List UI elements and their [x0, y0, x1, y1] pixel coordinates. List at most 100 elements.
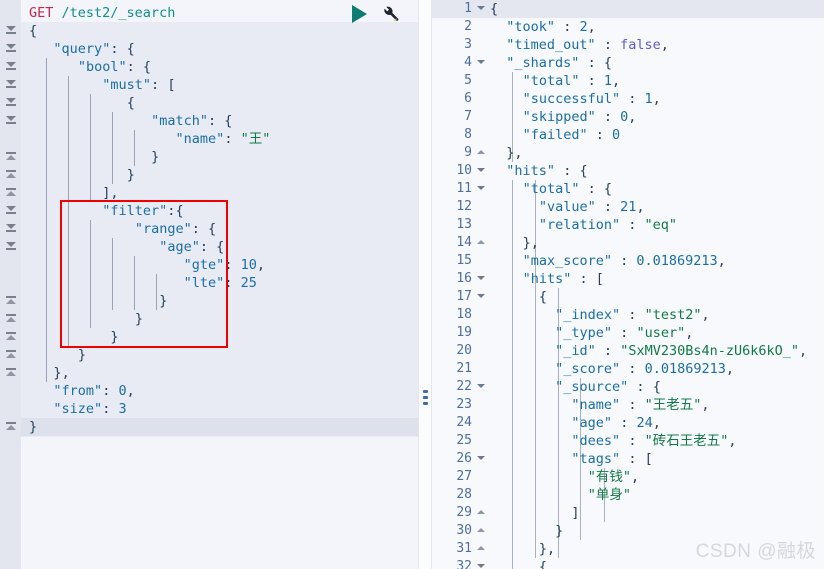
fold-expand-icon[interactable] [6, 422, 16, 432]
fold-collapse-icon[interactable] [477, 384, 485, 391]
fold-expand-icon[interactable] [477, 240, 485, 247]
fold-collapse-icon[interactable] [6, 26, 16, 36]
fold-collapse-icon[interactable] [6, 44, 16, 54]
wrench-icon[interactable] [381, 4, 400, 23]
fold-expand-icon[interactable] [477, 528, 485, 535]
response-line[interactable]: 22 "_source" : { [432, 378, 824, 396]
response-line[interactable]: 13 "relation" : "eq" [432, 216, 824, 234]
request-lines[interactable]: GET /test2/_search{ "query": { "bool": {… [21, 0, 418, 436]
response-line[interactable]: 23 "name" : "王老五", [432, 396, 824, 414]
request-line[interactable]: "age": { [21, 238, 418, 256]
response-line[interactable]: 4 "_shards" : { [432, 54, 824, 72]
request-line[interactable]: "must": [ [21, 76, 418, 94]
response-line[interactable]: 5 "total" : 1, [432, 72, 824, 90]
fold-expand-icon[interactable] [477, 510, 485, 517]
response-line[interactable]: 30 } [432, 522, 824, 540]
response-line-number: 8 [464, 127, 472, 142]
response-line[interactable]: 21 "_score" : 0.01869213, [432, 360, 824, 378]
response-line[interactable]: 28 "单身" [432, 486, 824, 504]
request-line[interactable]: "name": "王" [21, 130, 418, 148]
fold-collapse-icon[interactable] [477, 456, 485, 463]
request-line[interactable]: "lte": 25 [21, 274, 418, 292]
request-line[interactable]: "filter":{ [21, 202, 418, 220]
request-line[interactable]: } [21, 166, 418, 184]
response-line[interactable]: 9 }, [432, 144, 824, 162]
fold-expand-icon[interactable] [477, 546, 485, 553]
fold-expand-icon[interactable] [6, 296, 16, 306]
request-toolbar[interactable] [352, 4, 400, 23]
response-line-text: "timed_out" : false, [506, 37, 669, 53]
response-line-text: }, [506, 145, 523, 161]
request-line[interactable]: "match": { [21, 112, 418, 130]
fold-collapse-icon[interactable] [477, 564, 485, 569]
request-line[interactable]: } [21, 328, 418, 346]
request-line[interactable]: } [21, 418, 418, 436]
response-line[interactable]: 2 "took" : 2, [432, 18, 824, 36]
response-line[interactable]: 17 { [432, 288, 824, 306]
response-line[interactable]: 16 "hits" : [ [432, 270, 824, 288]
request-line[interactable]: { [21, 22, 418, 40]
request-editor-panel[interactable]: GET /test2/_search{ "query": { "bool": {… [0, 0, 418, 569]
fold-collapse-icon[interactable] [477, 294, 485, 301]
fold-collapse-icon[interactable] [6, 206, 16, 216]
request-line[interactable]: { [21, 94, 418, 112]
response-line[interactable]: 1{ [432, 0, 824, 18]
response-line[interactable]: 15 "max_score" : 0.01869213, [432, 252, 824, 270]
fold-collapse-icon[interactable] [477, 168, 485, 175]
fold-expand-icon[interactable] [6, 350, 16, 360]
fold-expand-icon[interactable] [6, 170, 16, 180]
request-line[interactable]: "size": 3 [21, 400, 418, 418]
response-line[interactable]: 6 "successful" : 1, [432, 90, 824, 108]
fold-expand-icon[interactable] [6, 368, 16, 378]
request-line[interactable]: } [21, 310, 418, 328]
request-empty-area[interactable] [21, 437, 418, 569]
fold-collapse-icon[interactable] [6, 224, 16, 234]
response-line[interactable]: 32 { [432, 558, 824, 569]
response-line[interactable]: 11 "total" : { [432, 180, 824, 198]
fold-collapse-icon[interactable] [6, 98, 16, 108]
fold-expand-icon[interactable] [6, 314, 16, 324]
fold-collapse-icon[interactable] [477, 186, 485, 193]
fold-collapse-icon[interactable] [6, 80, 16, 90]
response-line[interactable]: 20 "_id" : "SxMV230Bs4n-zU6k6kO_", [432, 342, 824, 360]
request-line[interactable]: "from": 0, [21, 382, 418, 400]
fold-collapse-icon[interactable] [477, 6, 485, 13]
request-line[interactable]: ], [21, 184, 418, 202]
request-line[interactable]: "bool": { [21, 58, 418, 76]
fold-expand-icon[interactable] [6, 152, 16, 162]
response-viewer-panel[interactable]: 1{2 "took" : 2, 3 "timed_out" : false, 4 "… [432, 0, 824, 569]
response-line[interactable]: 27 "有钱", [432, 468, 824, 486]
response-line[interactable]: 24 "age" : 24, [432, 414, 824, 432]
response-line[interactable]: 18 "_index" : "test2", [432, 306, 824, 324]
request-line[interactable]: } [21, 292, 418, 310]
fold-expand-icon[interactable] [6, 332, 16, 342]
fold-collapse-icon[interactable] [6, 116, 16, 126]
panel-divider[interactable] [418, 0, 432, 569]
fold-expand-icon[interactable] [6, 188, 16, 198]
response-line[interactable]: 19 "_type" : "user", [432, 324, 824, 342]
request-line[interactable]: "gte": 10, [21, 256, 418, 274]
request-line[interactable]: } [21, 346, 418, 364]
response-line[interactable]: 25 "dees" : "砖石王老五", [432, 432, 824, 450]
fold-collapse-icon[interactable] [477, 60, 485, 67]
response-line[interactable]: 10 "hits" : { [432, 162, 824, 180]
request-line[interactable]: "query": { [21, 40, 418, 58]
response-line[interactable]: 14 }, [432, 234, 824, 252]
response-line[interactable]: 3 "timed_out" : false, [432, 36, 824, 54]
fold-expand-icon[interactable] [477, 150, 485, 157]
response-line[interactable]: 29 ] [432, 504, 824, 522]
fold-collapse-icon[interactable] [6, 62, 16, 72]
play-icon[interactable] [352, 4, 367, 23]
request-line[interactable]: } [21, 148, 418, 166]
fold-collapse-icon[interactable] [6, 242, 16, 252]
response-line[interactable]: 8 "failed" : 0 [432, 126, 824, 144]
divider-grip-icon[interactable] [423, 390, 428, 408]
request-line[interactable]: }, [21, 364, 418, 382]
response-line[interactable]: 7 "skipped" : 0, [432, 108, 824, 126]
request-line[interactable]: "range": { [21, 220, 418, 238]
response-lines[interactable]: 1{2 "took" : 2, 3 "timed_out" : false, 4 "… [432, 0, 824, 569]
response-line[interactable]: 12 "value" : 21, [432, 198, 824, 216]
response-line[interactable]: 26 "tags" : [ [432, 450, 824, 468]
fold-collapse-icon[interactable] [477, 276, 485, 283]
response-line[interactable]: 31 }, [432, 540, 824, 558]
